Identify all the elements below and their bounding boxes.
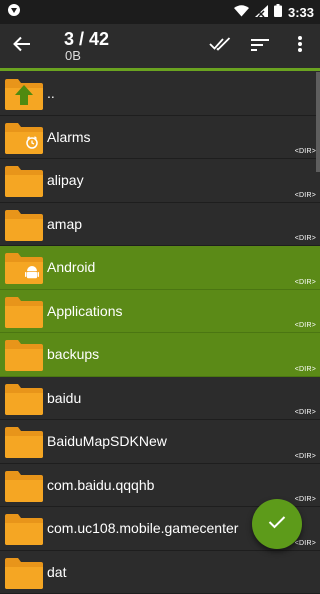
- sort-button[interactable]: [240, 24, 280, 69]
- app-notification-icon: [8, 3, 20, 21]
- folder-icon: [5, 339, 43, 371]
- folder-up-arrow-icon: [5, 78, 43, 110]
- folder-icon: [5, 209, 43, 241]
- list-item[interactable]: alipay <DIR>: [0, 159, 320, 203]
- signal-icon: [255, 5, 268, 20]
- list-item[interactable]: BaiduMapSDKNew <DIR>: [0, 420, 320, 464]
- double-check-icon: [209, 37, 231, 56]
- list-item[interactable]: Android <DIR>: [0, 246, 320, 290]
- back-button[interactable]: [0, 24, 44, 69]
- file-name: Alarms: [47, 129, 91, 145]
- file-name: alipay: [47, 172, 84, 188]
- file-list[interactable]: ..Alarms<DIR>alipay<DIR>amap<DIR>Android…: [0, 72, 320, 569]
- more-vert-icon: [298, 36, 302, 57]
- dir-tag: <DIR>: [295, 148, 316, 155]
- file-name: Applications: [47, 303, 123, 319]
- folder-icon: [5, 383, 43, 415]
- dir-tag: <DIR>: [295, 496, 316, 503]
- dir-tag: <DIR>: [295, 540, 316, 547]
- app-bar-accent-line: [0, 68, 320, 71]
- file-name: amap: [47, 216, 82, 232]
- dir-tag: <DIR>: [295, 192, 316, 199]
- folder-alarm-clock-icon: [5, 122, 43, 154]
- title-block: 3 / 42 0B: [64, 30, 200, 63]
- dir-tag: <DIR>: [295, 453, 316, 460]
- battery-icon: [274, 4, 282, 20]
- app-bar: 3 / 42 0B: [0, 24, 320, 69]
- dir-tag: <DIR>: [295, 366, 316, 373]
- more-options-button[interactable]: [280, 24, 320, 69]
- list-item[interactable]: Applications <DIR>: [0, 290, 320, 334]
- folder-icon: [5, 426, 43, 458]
- list-item[interactable]: ..: [0, 72, 320, 116]
- list-item[interactable]: dat: [0, 551, 320, 594]
- file-name: backups: [47, 346, 99, 362]
- dir-tag: <DIR>: [295, 322, 316, 329]
- file-name: ..: [47, 85, 55, 101]
- folder-icon: [5, 296, 43, 328]
- file-name: Android: [47, 259, 95, 275]
- file-name: com.uc108.mobile.gamecenter: [47, 520, 238, 536]
- sort-icon: [251, 38, 269, 56]
- dir-tag: <DIR>: [295, 279, 316, 286]
- status-bar: 3:33: [0, 0, 320, 24]
- list-item[interactable]: Alarms <DIR>: [0, 116, 320, 160]
- folder-android-icon: [5, 252, 43, 284]
- folder-icon: [5, 470, 43, 502]
- list-item[interactable]: baidu <DIR>: [0, 377, 320, 421]
- page-title: 3 / 42: [64, 30, 200, 49]
- file-name: com.baidu.qqqhb: [47, 477, 154, 493]
- dir-tag: <DIR>: [295, 235, 316, 242]
- arrow-back-icon: [13, 36, 31, 57]
- list-item[interactable]: backups <DIR>: [0, 333, 320, 377]
- status-time: 3:33: [288, 5, 314, 20]
- file-name: BaiduMapSDKNew: [47, 433, 167, 449]
- list-item[interactable]: amap <DIR>: [0, 203, 320, 247]
- wifi-icon: [234, 5, 249, 20]
- file-name: dat: [47, 564, 66, 580]
- page-subtitle: 0B: [65, 49, 200, 63]
- dir-tag: <DIR>: [295, 409, 316, 416]
- file-name: baidu: [47, 390, 81, 406]
- scrollbar[interactable]: [316, 72, 320, 172]
- check-icon: [268, 515, 286, 534]
- folder-icon: [5, 557, 43, 589]
- confirm-fab-button[interactable]: [252, 499, 302, 549]
- select-all-button[interactable]: [200, 24, 240, 69]
- folder-icon: [5, 165, 43, 197]
- folder-icon: [5, 513, 43, 545]
